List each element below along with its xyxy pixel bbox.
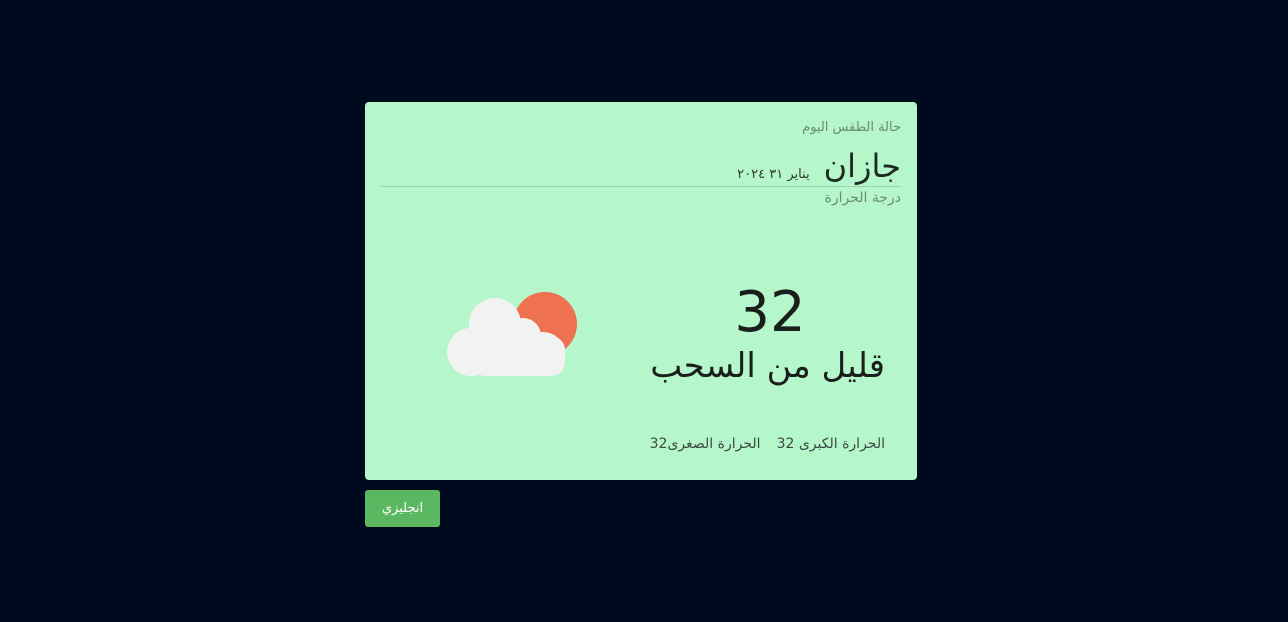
min-max-temps: الحرارة الكبرى 32 الحرارة الصغرى32 [650, 436, 885, 452]
city-name: جازان [823, 147, 901, 185]
page: حالة الطقس اليوم جازان يناير ٣١ ٢٠٢٤ درج… [0, 0, 1288, 622]
min-temperature: الحرارة الصغرى32 [649, 436, 761, 452]
english-language-button[interactable]: انجليزي [365, 490, 440, 527]
weather-card: حالة الطقس اليوم جازان يناير ٣١ ٢٠٢٤ درج… [365, 102, 917, 480]
few-clouds-icon [447, 292, 577, 376]
weather-condition: قليل من السحب [650, 346, 885, 386]
card-subtitle: حالة الطقس اليوم [802, 120, 901, 135]
city-header: جازان يناير ٣١ ٢٠٢٤ [381, 146, 901, 187]
temperature-label: درجة الحرارة [824, 190, 901, 206]
date-label: يناير ٣١ ٢٠٢٤ [737, 167, 810, 182]
max-temperature: الحرارة الكبرى 32 [776, 436, 885, 452]
temperature-value: 32 [734, 280, 806, 345]
